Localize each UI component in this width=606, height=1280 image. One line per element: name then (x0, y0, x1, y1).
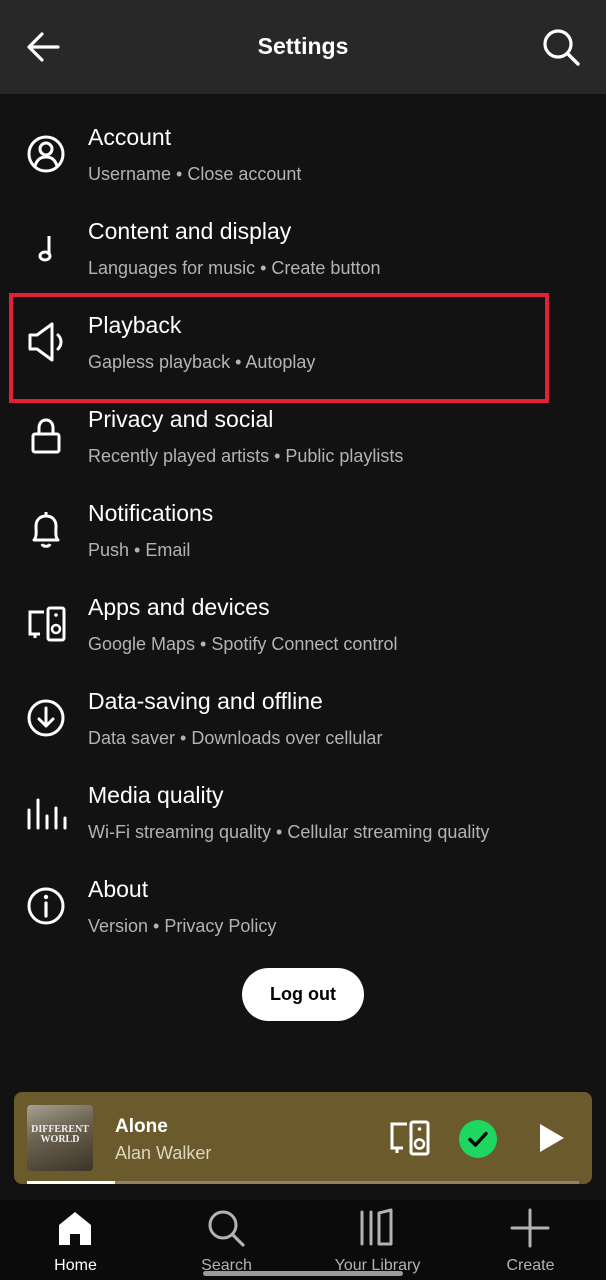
settings-item-subtitle: Recently played artists • Public playlis… (88, 446, 404, 466)
lock-icon (31, 418, 61, 454)
music-note-icon (38, 236, 52, 262)
album-art: DIFFERENT WORLD (27, 1105, 93, 1171)
play-icon[interactable] (532, 1120, 568, 1156)
settings-item-account[interactable]: Account Username • Close account (0, 94, 606, 188)
settings-item-about[interactable]: About Version • Privacy Policy (0, 846, 606, 940)
settings-item-content-display[interactable]: Content and display Languages for music … (0, 188, 606, 282)
logout-button[interactable]: Log out (242, 968, 364, 1021)
saved-check-button[interactable] (459, 1120, 497, 1158)
plus-icon (510, 1208, 550, 1248)
settings-item-subtitle: Push • Email (88, 540, 191, 560)
equalizer-icon (27, 798, 67, 830)
bottom-nav: Home Search Your Library Create (0, 1200, 606, 1280)
download-icon (27, 699, 65, 737)
settings-item-apps-devices[interactable]: Apps and devices Google Maps • Spotify C… (0, 564, 606, 658)
library-icon (360, 1208, 393, 1246)
nav-label: Create (506, 1257, 555, 1274)
devices-icon (28, 606, 66, 642)
nav-item-search[interactable]: Search (151, 1200, 302, 1280)
bell-icon (32, 512, 60, 548)
search-icon (208, 1210, 245, 1247)
nav-item-create[interactable]: Create (455, 1200, 606, 1280)
settings-item-subtitle: Gapless playback • Autoplay (88, 352, 316, 372)
settings-item-media-quality[interactable]: Media quality Wi-Fi streaming quality • … (0, 752, 606, 846)
speaker-icon (28, 322, 63, 362)
settings-item-label: Account (88, 124, 172, 150)
settings-item-label: Notifications (88, 500, 214, 526)
top-bar: Settings (0, 0, 606, 94)
album-art-text: DIFFERENT WORLD (31, 1124, 89, 1145)
track-title: Alone (115, 1116, 168, 1137)
settings-item-label: Data-saving and offline (88, 688, 323, 714)
search-icon[interactable] (540, 26, 582, 68)
settings-item-subtitle: Version • Privacy Policy (88, 916, 277, 936)
settings-item-subtitle: Languages for music • Create button (88, 258, 381, 278)
settings-item-subtitle: Username • Close account (88, 164, 302, 184)
settings-item-label: Content and display (88, 218, 292, 244)
settings-item-subtitle: Data saver • Downloads over cellular (88, 728, 383, 748)
mini-player[interactable]: DIFFERENT WORLD Alone Alan Walker (14, 1092, 592, 1184)
nav-label: Home (54, 1257, 97, 1274)
settings-item-label: About (88, 876, 149, 902)
settings-item-label: Privacy and social (88, 406, 274, 432)
nav-item-home[interactable]: Home (0, 1200, 151, 1280)
settings-item-subtitle: Wi-Fi streaming quality • Cellular strea… (88, 822, 490, 842)
settings-item-label: Apps and devices (88, 594, 270, 620)
check-icon (468, 1131, 488, 1147)
page-title: Settings (257, 33, 349, 59)
settings-item-label: Media quality (88, 782, 224, 808)
home-icon (59, 1212, 91, 1245)
info-icon (27, 887, 65, 925)
connect-devices-icon[interactable] (389, 1120, 431, 1156)
nav-item-library[interactable]: Your Library (302, 1200, 453, 1280)
playback-progress-fill (27, 1181, 116, 1184)
settings-item-privacy-social[interactable]: Privacy and social Recently played artis… (0, 376, 606, 470)
settings-item-playback[interactable]: Playback Gapless playback • Autoplay (0, 282, 606, 376)
settings-item-subtitle: Google Maps • Spotify Connect control (88, 634, 398, 654)
account-icon (27, 135, 65, 173)
playback-progress-bar[interactable] (27, 1181, 579, 1184)
settings-item-data-saving[interactable]: Data-saving and offline Data saver • Dow… (0, 658, 606, 752)
home-indicator (203, 1271, 403, 1276)
settings-item-label: Playback (88, 312, 182, 338)
settings-item-notifications[interactable]: Notifications Push • Email (0, 470, 606, 564)
track-artist: Alan Walker (115, 1143, 212, 1163)
